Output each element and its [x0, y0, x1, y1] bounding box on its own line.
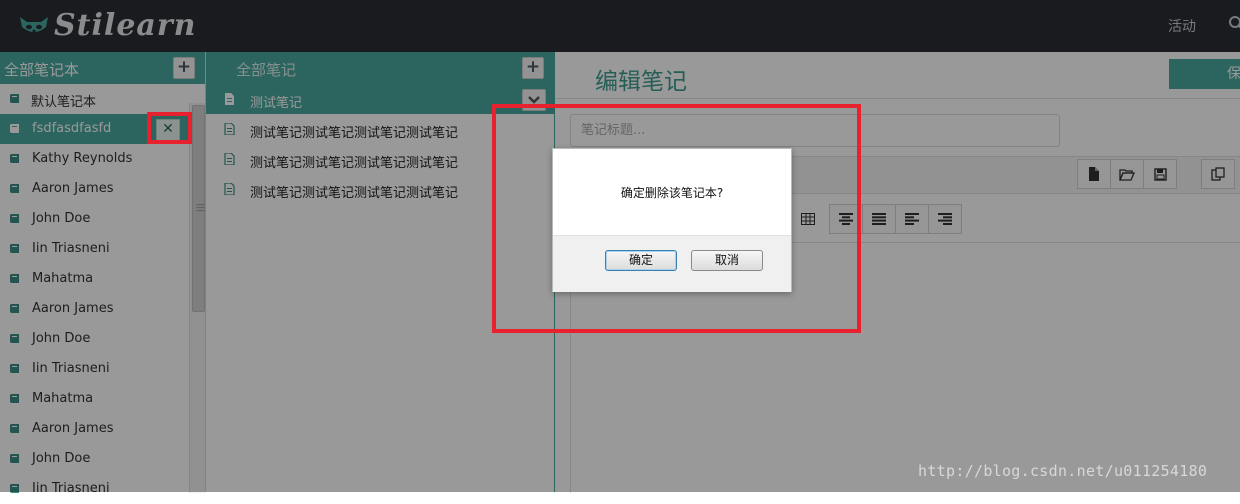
confirm-delete-dialog: 确定删除该笔记本? 确定 取消 — [552, 148, 792, 292]
annotation-highlight-delete — [147, 112, 192, 144]
cancel-button[interactable]: 取消 — [691, 250, 763, 271]
dialog-footer: 确定 取消 — [553, 235, 791, 292]
confirm-button[interactable]: 确定 — [605, 250, 677, 271]
dialog-message: 确定删除该笔记本? — [620, 186, 724, 200]
watermark-text: http://blog.csdn.net/u011254180 — [918, 462, 1208, 480]
